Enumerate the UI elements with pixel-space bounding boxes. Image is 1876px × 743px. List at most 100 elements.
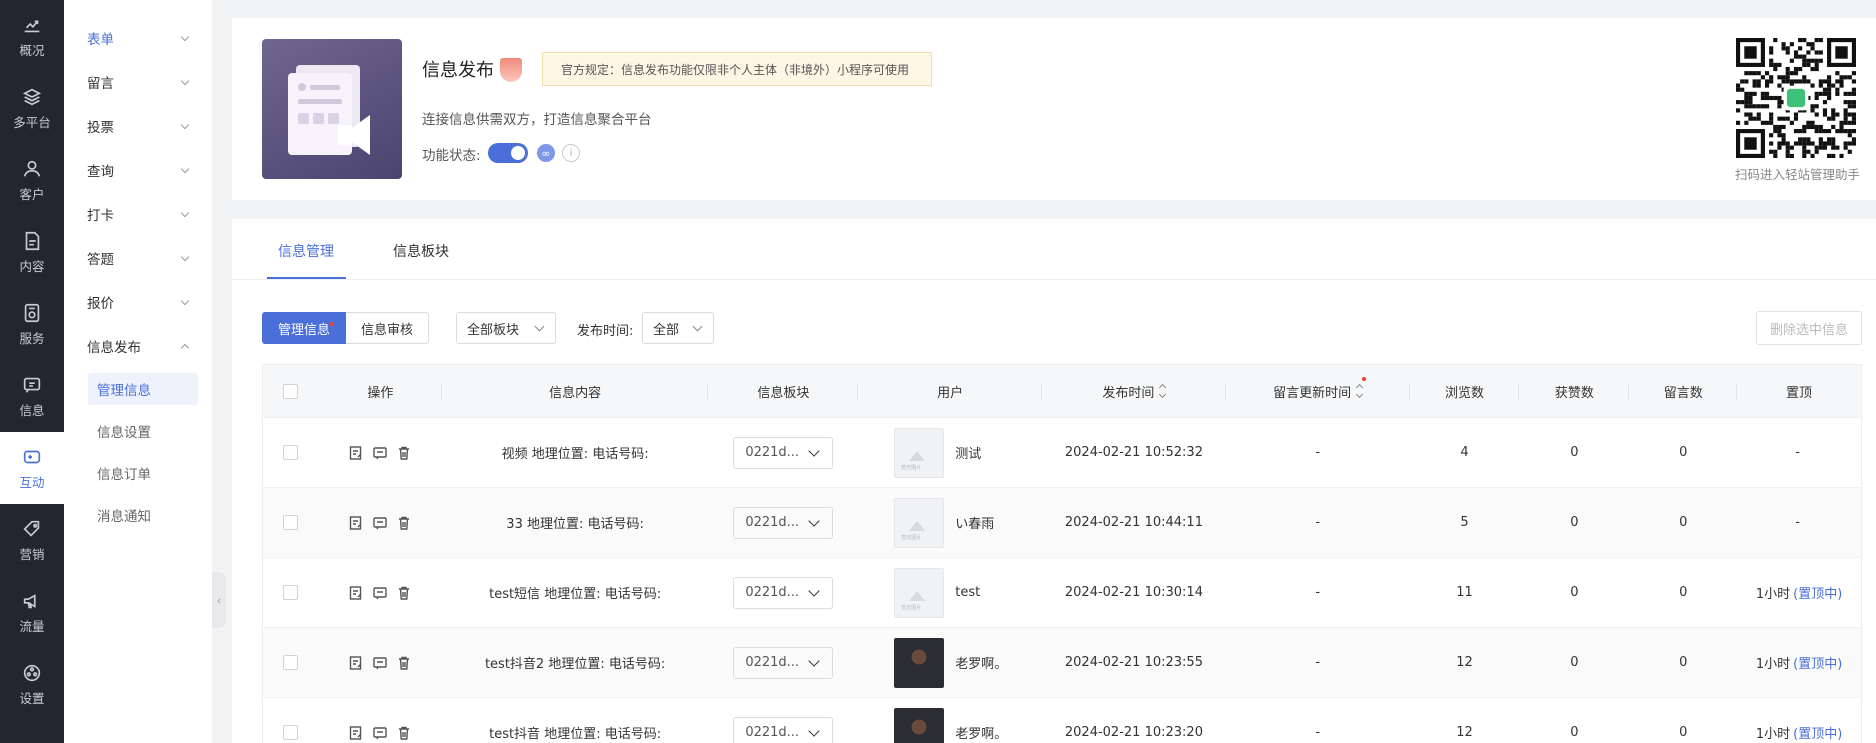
- chevron-down-icon: [180, 252, 190, 262]
- column-header[interactable]: 发布时间: [1042, 365, 1226, 417]
- avatar: [894, 637, 945, 688]
- row-checkbox[interactable]: [283, 445, 299, 460]
- delete-selected-button[interactable]: 删除选中信息: [1756, 311, 1862, 345]
- submenu-item[interactable]: 信息订单: [88, 452, 198, 494]
- block-select[interactable]: 0221d...: [733, 506, 834, 539]
- views-count: 11: [1456, 585, 1473, 600]
- chevron-down-icon: [808, 444, 820, 457]
- info-table: 操作 信息内容 信息板块 用户 发布时间 留言更新时间 浏览数 获赞数 留言数 置顶 视频 地理位置…: [262, 364, 1862, 743]
- edit-icon[interactable]: [348, 725, 364, 741]
- nav-item-9[interactable]: 设置: [0, 648, 64, 720]
- info-content: 33 地理位置: 电话号码:: [506, 517, 644, 532]
- submenu-group[interactable]: 查询: [64, 148, 212, 192]
- nav-item-6[interactable]: 互动: [0, 432, 64, 504]
- edit-icon[interactable]: [348, 515, 364, 531]
- publish-time: 2024-02-21 10:52:32: [1064, 445, 1203, 460]
- manage-info-button[interactable]: 管理信息: [262, 312, 347, 344]
- nav-item-0[interactable]: 概况: [0, 0, 64, 72]
- row-checkbox[interactable]: [283, 585, 299, 600]
- pin-status-link[interactable]: (置顶中): [1793, 723, 1842, 742]
- delete-icon[interactable]: [396, 585, 412, 601]
- comments-count: 0: [1679, 585, 1688, 600]
- megaphone-icon: [23, 593, 36, 608]
- select-all-checkbox[interactable]: [283, 383, 299, 399]
- nav-item-8[interactable]: 流量: [0, 576, 64, 648]
- comment-icon[interactable]: [372, 515, 388, 531]
- user-icon: [23, 160, 41, 177]
- pin-status-link[interactable]: (置顶中): [1793, 653, 1842, 672]
- submenu-group[interactable]: 报价: [64, 280, 212, 324]
- nav-label: 客户: [19, 186, 45, 202]
- collapse-sidebar-button[interactable]: ‹: [212, 572, 226, 628]
- row-checkbox[interactable]: [283, 655, 299, 670]
- row-actions: [348, 515, 412, 531]
- settings-icon: [23, 664, 41, 681]
- delete-icon[interactable]: [396, 655, 412, 671]
- submenu-group[interactable]: 留言: [64, 60, 212, 104]
- column-header[interactable]: 留言更新时间: [1226, 365, 1410, 417]
- nav-item-7[interactable]: 营销: [0, 504, 64, 576]
- column-header: 浏览数: [1410, 365, 1520, 417]
- nav-item-5[interactable]: 信息: [0, 360, 64, 432]
- nav-label: 互动: [19, 474, 45, 490]
- block-select[interactable]: 0221d...: [733, 436, 834, 469]
- edit-icon[interactable]: [348, 585, 364, 601]
- user-name: 老罗啊。: [955, 727, 1008, 742]
- chevron-down-icon: [808, 514, 820, 527]
- tabs: 信息管理 信息板块: [232, 219, 1876, 280]
- submenu-item[interactable]: 信息设置: [88, 410, 198, 452]
- submenu-item[interactable]: 管理信息: [88, 373, 198, 405]
- chevron-down-icon: [808, 724, 820, 737]
- chevron-down-icon: [180, 164, 190, 174]
- nav-item-3[interactable]: 内容: [0, 216, 64, 288]
- content-card: 信息管理 信息板块 管理信息 信息审核 全部板块 发布时间: 全部 删除选中信息…: [232, 219, 1876, 743]
- submenu-group[interactable]: 表单: [64, 16, 212, 60]
- feature-status-toggle[interactable]: [488, 143, 528, 163]
- submenu-group[interactable]: 投票: [64, 104, 212, 148]
- block-filter-select[interactable]: 全部板块: [456, 312, 556, 344]
- comment-icon[interactable]: [372, 655, 388, 671]
- block-select[interactable]: 0221d...: [733, 716, 834, 743]
- tab-info-blocks[interactable]: 信息板块: [393, 241, 449, 261]
- nav-item-4[interactable]: 服务: [0, 288, 64, 360]
- review-info-button[interactable]: 信息审核: [346, 312, 430, 344]
- column-header: 操作: [319, 365, 442, 417]
- chevron-left-icon: ‹: [216, 593, 222, 607]
- info-content: test抖音2 地理位置: 电话号码:: [484, 657, 666, 672]
- submenu-group-open[interactable]: 信息发布: [64, 324, 212, 368]
- tab-underline: [267, 277, 346, 279]
- document-icon: [25, 231, 40, 250]
- comment-icon[interactable]: [372, 585, 388, 601]
- link-icon[interactable]: ∞: [537, 144, 555, 162]
- delete-icon[interactable]: [396, 515, 412, 531]
- publish-time: 2024-02-21 10:30:14: [1064, 585, 1203, 600]
- time-filter-select[interactable]: 全部: [642, 312, 714, 344]
- feature-thumbnail: [262, 39, 402, 179]
- nav-item-2[interactable]: 客户: [0, 144, 64, 216]
- comment-update-time: -: [1315, 725, 1321, 740]
- comment-icon[interactable]: [372, 725, 388, 741]
- submenu-group[interactable]: 打卡: [64, 192, 212, 236]
- sort-icon[interactable]: [1159, 383, 1167, 399]
- submenu-item[interactable]: 消息通知: [88, 494, 198, 536]
- edit-icon[interactable]: [348, 445, 364, 461]
- row-checkbox[interactable]: [283, 515, 299, 530]
- sort-icon[interactable]: [1356, 383, 1364, 399]
- submenu: 表单 留言 投票 查询 打卡 答题 报价 信息发布管理信息信息设置 信息订单 消息通知: [64, 0, 212, 743]
- table-row: test抖音2 地理位置: 电话号码: 0221d... 老罗啊。 2024-02-2…: [263, 627, 1861, 697]
- submenu-group[interactable]: 答题: [64, 236, 212, 280]
- chevron-down-icon: [808, 654, 820, 667]
- block-select[interactable]: 0221d...: [733, 646, 834, 679]
- nav-item-1[interactable]: 多平台: [0, 72, 64, 144]
- comment-icon[interactable]: [372, 445, 388, 461]
- delete-icon[interactable]: [396, 445, 412, 461]
- edit-icon[interactable]: [348, 655, 364, 671]
- pin-status-link[interactable]: (置顶中): [1793, 583, 1842, 602]
- info-icon[interactable]: i: [562, 144, 580, 162]
- avatar: [894, 427, 945, 478]
- service-icon: [24, 303, 40, 322]
- tab-info-manage[interactable]: 信息管理: [278, 241, 334, 261]
- block-select[interactable]: 0221d...: [733, 576, 834, 609]
- row-checkbox[interactable]: [283, 725, 299, 740]
- delete-icon[interactable]: [396, 725, 412, 741]
